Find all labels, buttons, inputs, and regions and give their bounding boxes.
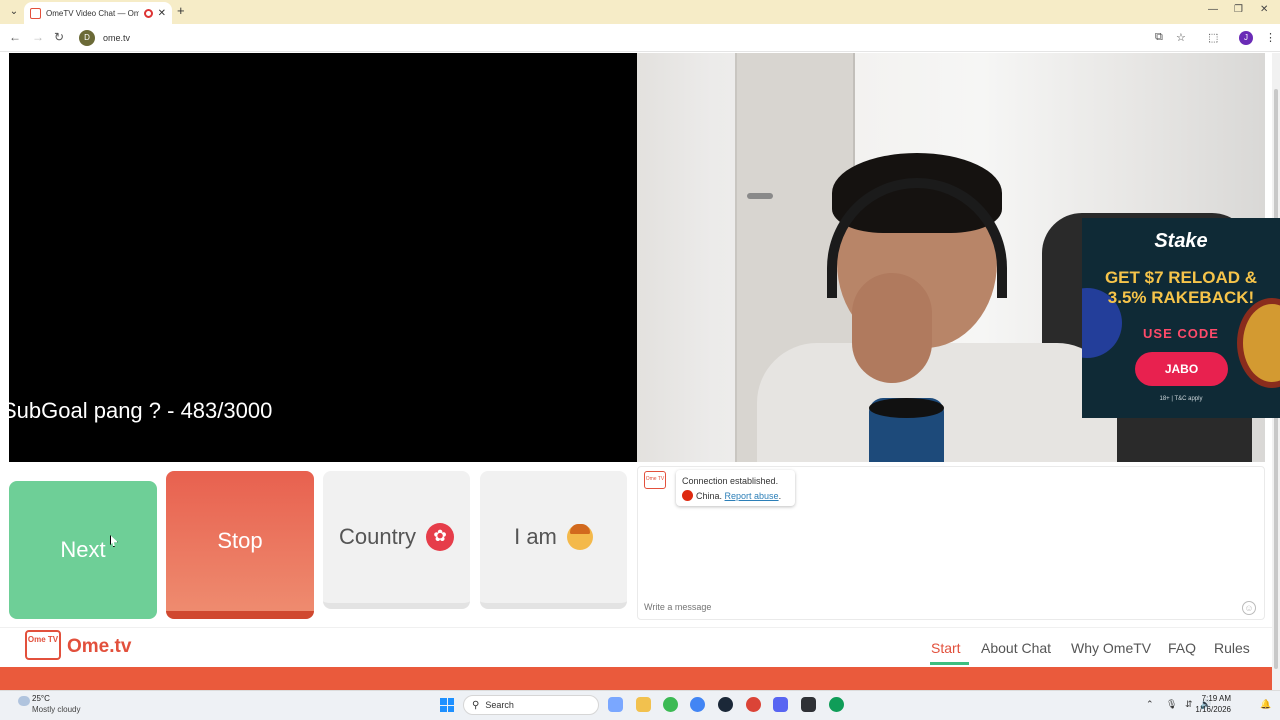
extensions-icon[interactable]: ⬚ <box>1208 31 1218 44</box>
chat-ometv-logo-icon: Ome TV <box>644 471 666 489</box>
partner-country-line: China. Report abuse. <box>682 489 789 504</box>
nav-start[interactable]: Start <box>931 640 961 656</box>
tab-title: OmeTV Video Chat — Ome <box>46 8 139 18</box>
weather-desc[interactable]: Mostly cloudy <box>32 705 80 714</box>
i-am-label: I am <box>514 524 557 549</box>
orange-banner <box>0 667 1272 690</box>
report-suffix: . <box>778 491 782 501</box>
tab-search-chevron-icon[interactable]: ⌄ <box>6 4 22 20</box>
ometv-logo-icon[interactable]: Ome TV <box>25 630 61 660</box>
nav-faq[interactable]: FAQ <box>1168 640 1196 656</box>
nav-about-chat[interactable]: About Chat <box>981 640 1051 656</box>
ad-headline: GET $7 RELOAD & 3.5% RAKEBACK! <box>1104 268 1258 307</box>
clock-time[interactable]: 7:19 AM <box>1199 694 1231 703</box>
clock-date[interactable]: 1/16/2026 <box>1190 705 1231 714</box>
new-tab-button[interactable]: + <box>177 3 185 18</box>
next-button[interactable]: Next <box>9 481 157 619</box>
connection-status-text: Connection established. <box>682 476 779 486</box>
partner-country: China. <box>696 491 723 501</box>
nav-rules[interactable]: Rules <box>1214 640 1250 656</box>
copilot-icon[interactable] <box>608 697 623 712</box>
stop-label: Stop <box>217 528 263 553</box>
hong-kong-flag-icon: ✿ <box>426 523 455 551</box>
browser-menu-icon[interactable]: ⋮ <box>1265 31 1276 44</box>
search-icon: ⚲ <box>472 699 480 711</box>
tray-chevron-icon[interactable]: ⌃ <box>1146 699 1154 710</box>
microphone-icon[interactable]: 🎙 <box>1166 699 1177 710</box>
country-label: Country <box>338 524 417 549</box>
window-close-icon[interactable]: ✕ <box>1260 4 1268 15</box>
tab-close-icon[interactable]: ✕ <box>158 8 166 19</box>
address-bar[interactable]: D ome.tv <box>76 27 1196 49</box>
recording-indicator-icon <box>143 8 153 18</box>
message-input[interactable] <box>644 602 1204 612</box>
emoji-icon[interactable]: ☺ <box>1242 601 1256 615</box>
file-explorer-icon[interactable] <box>636 697 651 712</box>
restore-icon[interactable]: ❐ <box>1234 4 1243 15</box>
country-button[interactable]: Country ✿ <box>323 471 470 609</box>
report-abuse-link[interactable]: Report abuse <box>725 491 779 501</box>
brand-name[interactable]: Ome.tv <box>67 636 131 658</box>
steam-icon[interactable] <box>718 697 733 712</box>
subgoal-overlay-text: SubGoal pang ? - 483/3000 <box>2 398 273 423</box>
ad-use-code-label: USE CODE <box>1143 326 1219 341</box>
i-am-button[interactable]: I am <box>480 471 627 609</box>
nav-why-ometv[interactable]: Why OmeTV <box>1071 640 1151 656</box>
stop-button[interactable]: Stop <box>166 471 314 619</box>
weather-cloud-icon[interactable] <box>18 696 30 706</box>
taskbar-search-label: Search <box>485 700 514 710</box>
minimize-icon[interactable]: — <box>1208 4 1218 15</box>
person-hand <box>852 273 932 383</box>
china-flag-icon <box>682 490 693 501</box>
ometv-favicon-icon <box>30 7 41 19</box>
app-icon[interactable] <box>801 697 816 712</box>
browser-tab-ometv[interactable]: OmeTV Video Chat — Ome ✕ <box>24 2 172 24</box>
forward-arrow-icon[interactable]: → <box>32 30 44 44</box>
weather-temp[interactable]: 25°C <box>32 694 50 703</box>
ad-brand-logo: Stake <box>1154 230 1208 252</box>
ad-terms: 18+ | T&C apply <box>1159 396 1203 402</box>
taskbar-search[interactable]: ⚲ Search <box>463 695 599 715</box>
smart-speaker-top <box>869 398 944 418</box>
chrome-alt-icon[interactable] <box>746 697 761 712</box>
nav-active-underline <box>930 662 969 665</box>
back-arrow-icon[interactable]: ← <box>9 30 21 44</box>
windows-start-icon[interactable] <box>440 698 454 712</box>
install-app-icon[interactable]: ⧉ <box>1155 31 1163 44</box>
chrome-active-icon[interactable] <box>829 697 844 712</box>
bookmark-star-icon[interactable]: ☆ <box>1176 31 1186 44</box>
next-label: Next <box>60 537 106 562</box>
door-handle <box>747 193 773 199</box>
url-text: ome.tv <box>103 33 131 43</box>
profile-avatar[interactable]: J <box>1239 31 1253 45</box>
ad-code-button[interactable]: JABO <box>1135 352 1228 386</box>
stake-ad-banner[interactable]: Stake GET $7 RELOAD & 3.5% RAKEBACK! USE… <box>1082 218 1280 418</box>
chrome-profile-icon[interactable] <box>690 697 705 712</box>
boy-avatar-icon <box>566 524 593 550</box>
browser-toolbar: ← → ↻ D ome.tv ⧉ ☆ ⬚ ⋮ <box>0 24 1280 52</box>
ad-roulette-graphic <box>1237 298 1280 388</box>
chrome-icon[interactable] <box>663 697 678 712</box>
discord-icon[interactable] <box>773 697 788 712</box>
site-info-icon[interactable]: D <box>79 30 95 46</box>
connection-message: Connection established. China. Report ab… <box>676 470 795 506</box>
browser-tab-strip: ⌄ OmeTV Video Chat — Ome ✕ + — ❐ ✕ <box>0 0 1280 24</box>
notification-bell-icon[interactable]: 🔔 <box>1260 699 1271 710</box>
reload-icon[interactable]: ↻ <box>54 30 64 44</box>
